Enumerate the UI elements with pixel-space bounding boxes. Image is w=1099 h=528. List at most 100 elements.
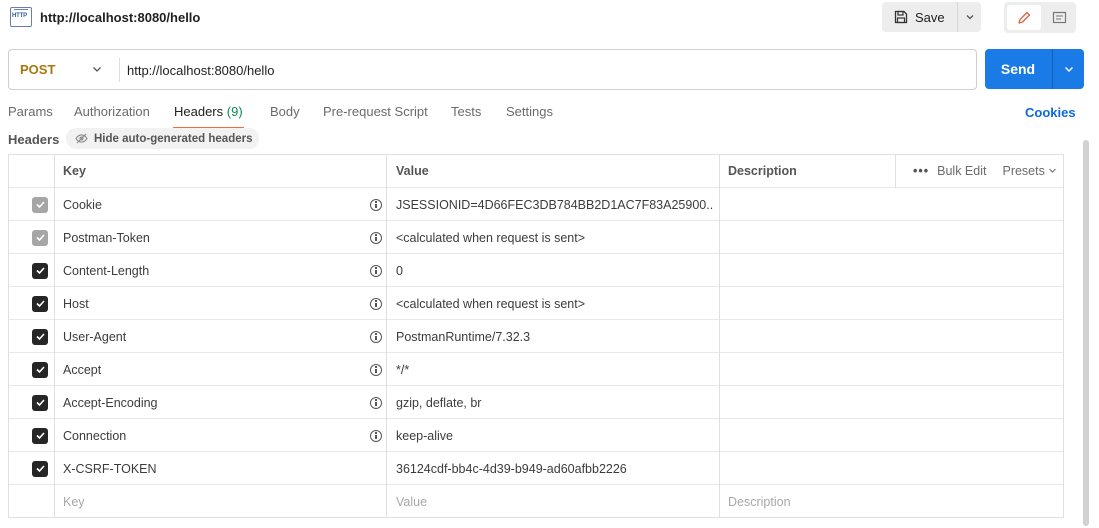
- header-enabled-checkbox[interactable]: [32, 295, 48, 312]
- header-value-cell[interactable]: gzip, deflate, br: [396, 386, 714, 419]
- header-key-cell[interactable]: User-Agent: [63, 320, 363, 353]
- check-icon: [35, 201, 45, 209]
- save-button-group: Save: [882, 2, 981, 32]
- info-icon[interactable]: [370, 297, 382, 310]
- header-key-cell[interactable]: X-CSRF-TOKEN: [63, 452, 363, 485]
- column-divider: [719, 154, 720, 518]
- tab-pre-request-script[interactable]: Pre-request Script: [323, 104, 428, 128]
- new-description-input[interactable]: Description: [728, 485, 888, 518]
- table-header-actions: ••• Bulk Edit Presets: [903, 154, 1057, 188]
- new-key-input[interactable]: Key: [63, 485, 363, 518]
- tab-tests[interactable]: Tests: [451, 104, 481, 128]
- check-icon: [35, 267, 45, 275]
- info-icon[interactable]: [370, 330, 382, 343]
- hide-auto-generated-label: Hide auto-generated headers: [94, 132, 253, 145]
- presets-dropdown[interactable]: Presets: [1002, 164, 1057, 178]
- tab-headers[interactable]: Headers (9): [173, 104, 244, 129]
- tab-body[interactable]: Body: [270, 104, 300, 128]
- info-icon[interactable]: [370, 231, 382, 244]
- header-description-cell[interactable]: [728, 452, 888, 485]
- tab-settings[interactable]: Settings: [506, 104, 553, 128]
- check-icon: [35, 432, 45, 440]
- header-enabled-checkbox[interactable]: [32, 229, 48, 246]
- header-description-cell[interactable]: [728, 386, 888, 419]
- header-enabled-checkbox[interactable]: [32, 361, 48, 378]
- info-icon[interactable]: [370, 396, 382, 409]
- header-enabled-checkbox[interactable]: [32, 196, 48, 213]
- request-tab-title: http://localhost:8080/hello: [40, 10, 201, 25]
- http-request-icon: HTTP: [10, 7, 32, 27]
- table-row: X-CSRF-TOKEN 36124cdf-bb4c-4d39-b949-ad6…: [8, 452, 1064, 485]
- tab-authorization[interactable]: Authorization: [74, 104, 150, 128]
- info-icon[interactable]: [370, 429, 382, 442]
- chevron-down-icon: [966, 15, 973, 20]
- header-key-cell[interactable]: Postman-Token: [63, 221, 363, 254]
- save-options-button[interactable]: [957, 2, 981, 32]
- header-value-cell[interactable]: JSESSIONID=4D66FEC3DB784BB2D1AC7F83A2590…: [396, 188, 714, 221]
- header-description-cell[interactable]: [728, 287, 888, 320]
- header-description-cell[interactable]: [728, 419, 888, 452]
- top-bar: HTTP http://localhost:8080/hello Save: [0, 0, 1099, 36]
- header-key-cell[interactable]: Host: [63, 287, 363, 320]
- table-row: Host <calculated when request is sent>: [8, 287, 1064, 320]
- send-button[interactable]: Send: [985, 49, 1051, 89]
- header-description-cell[interactable]: [728, 254, 888, 287]
- comment-icon: [1052, 11, 1066, 23]
- header-key-cell[interactable]: Content-Length: [63, 254, 363, 287]
- documentation-mode-button[interactable]: [1042, 5, 1076, 30]
- header-key-cell[interactable]: Connection: [63, 419, 363, 452]
- chevron-down-icon: [93, 67, 101, 72]
- table-row-new: Key Value Description: [8, 485, 1064, 518]
- url-input[interactable]: [127, 59, 947, 81]
- info-icon[interactable]: [370, 264, 382, 277]
- more-options-icon[interactable]: •••: [913, 164, 929, 178]
- table-row: Connection keep-alive: [8, 419, 1064, 452]
- check-icon: [35, 399, 45, 407]
- header-key-cell[interactable]: Accept: [63, 353, 363, 386]
- column-divider: [895, 154, 896, 188]
- bulk-edit-button[interactable]: Bulk Edit: [937, 164, 986, 178]
- save-label: Save: [915, 9, 945, 25]
- check-icon: [35, 333, 45, 341]
- header-key-cell[interactable]: Accept-Encoding: [63, 386, 363, 419]
- new-value-input[interactable]: Value: [396, 485, 714, 518]
- header-enabled-checkbox[interactable]: [32, 427, 48, 444]
- header-enabled-checkbox[interactable]: [32, 262, 48, 279]
- info-icon[interactable]: [370, 363, 382, 376]
- header-key-cell[interactable]: Cookie: [63, 188, 363, 221]
- tab-params[interactable]: Params: [8, 104, 53, 128]
- column-divider: [386, 154, 387, 518]
- header-enabled-checkbox[interactable]: [32, 328, 48, 345]
- cookies-link[interactable]: Cookies: [1025, 105, 1076, 120]
- header-enabled-checkbox[interactable]: [32, 394, 48, 411]
- header-value-cell[interactable]: */*: [396, 353, 714, 386]
- eye-off-icon: [75, 133, 88, 144]
- presets-label: Presets: [1002, 164, 1045, 178]
- header-value-cell[interactable]: <calculated when request is sent>: [396, 221, 714, 254]
- column-header-description: Description: [728, 164, 797, 178]
- save-button[interactable]: Save: [882, 2, 955, 32]
- vertical-scrollbar[interactable]: [1083, 140, 1089, 526]
- header-description-cell[interactable]: [728, 320, 888, 353]
- column-header-key: Key: [63, 164, 86, 178]
- header-value-cell[interactable]: 0: [396, 254, 714, 287]
- check-icon: [35, 300, 45, 308]
- header-enabled-checkbox[interactable]: [32, 460, 48, 477]
- send-button-group: Send: [985, 49, 1084, 89]
- header-description-cell[interactable]: [728, 221, 888, 254]
- header-value-cell[interactable]: <calculated when request is sent>: [396, 287, 714, 320]
- check-icon: [35, 366, 45, 374]
- pencil-icon: [1018, 11, 1031, 24]
- info-icon[interactable]: [370, 198, 382, 211]
- view-mode-toggle: [1004, 2, 1076, 33]
- header-description-cell[interactable]: [728, 353, 888, 386]
- tab-headers-label: Headers: [174, 104, 224, 119]
- header-value-cell[interactable]: keep-alive: [396, 419, 714, 452]
- hide-auto-generated-headers-button[interactable]: Hide auto-generated headers: [66, 128, 259, 149]
- header-description-cell[interactable]: [728, 188, 888, 221]
- headers-count-badge: (9): [226, 104, 243, 119]
- send-options-button[interactable]: [1052, 49, 1084, 89]
- edit-mode-button[interactable]: [1007, 5, 1041, 30]
- header-value-cell[interactable]: 36124cdf-bb4c-4d39-b949-ad60afbb2226: [396, 452, 714, 485]
- header-value-cell[interactable]: PostmanRuntime/7.32.3: [396, 320, 714, 353]
